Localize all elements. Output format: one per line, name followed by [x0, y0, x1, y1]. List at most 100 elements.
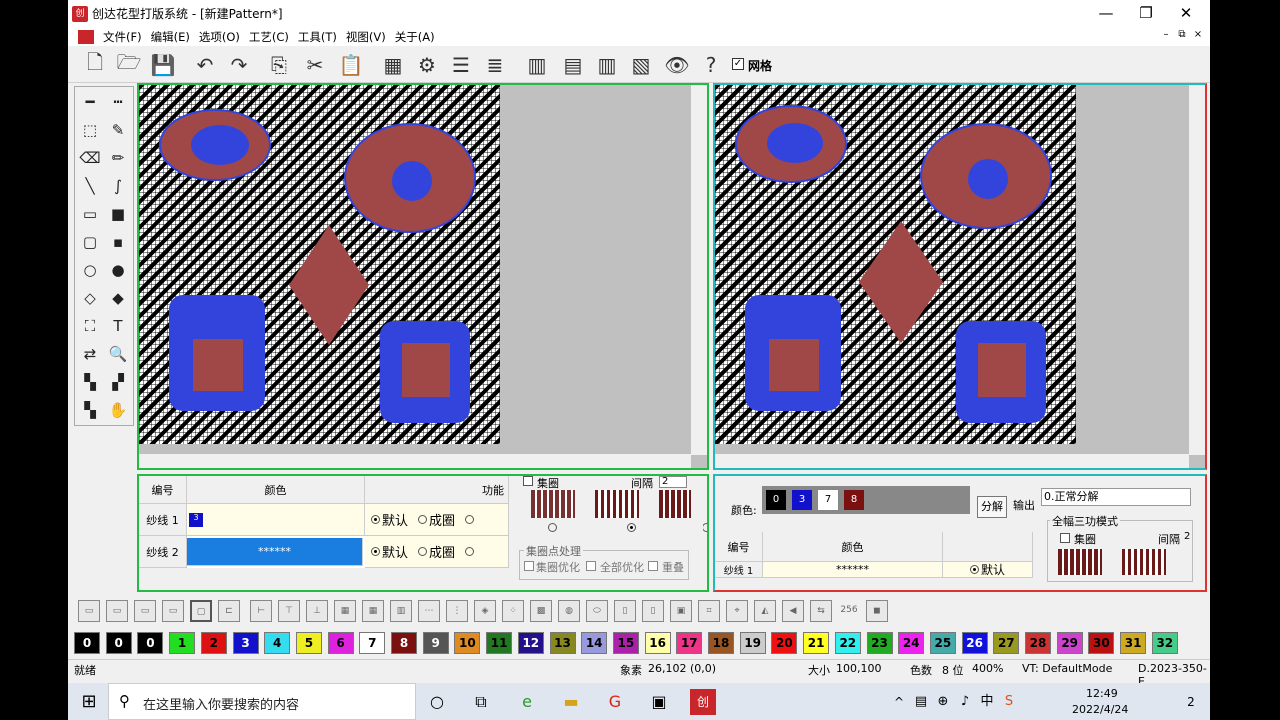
frame-tool-2-icon[interactable]: ▭ — [106, 600, 128, 622]
barcode-icon[interactable]: ▥ — [592, 50, 622, 80]
eraser-icon[interactable]: ⌫ — [77, 145, 103, 171]
palette-swatch-1[interactable]: 0 — [105, 632, 132, 654]
yarn-table-hscroll[interactable] — [139, 568, 509, 578]
tuck-vscroll[interactable] — [691, 476, 703, 588]
tuck-pattern-1[interactable] — [531, 490, 575, 518]
flip-v-icon[interactable]: ◀ — [782, 600, 804, 622]
palette-swatch-20[interactable]: 18 — [708, 632, 734, 654]
yarn-row-2-label[interactable]: 纱线 2 — [139, 536, 187, 568]
box-icon[interactable]: ▯ — [614, 600, 636, 622]
palette-swatch-18[interactable]: 16 — [644, 632, 671, 654]
circle-grid-icon[interactable]: ◍ — [558, 600, 580, 622]
pattern-grid-2-icon[interactable]: ▦ — [362, 600, 384, 622]
align-3-icon[interactable]: ⊥ — [306, 600, 328, 622]
palette-swatch-28[interactable]: 26 — [961, 632, 988, 654]
document-icon[interactable]: ▧ — [626, 50, 656, 80]
palette-swatch-3[interactable]: 1 — [169, 632, 196, 654]
cortana-icon[interactable]: ○ — [424, 689, 450, 715]
palette-swatch-12[interactable]: 10 — [454, 632, 481, 654]
palette-swatch-23[interactable]: 21 — [803, 632, 830, 654]
pattern-fill-icon[interactable]: ▦ — [378, 50, 408, 80]
vdots-icon[interactable]: ⋮ — [446, 600, 468, 622]
app-pattern-icon[interactable]: 创 — [690, 689, 716, 715]
select-rect-icon[interactable]: ⬚ — [77, 117, 103, 143]
rectangle-icon[interactable]: ▭ — [77, 201, 103, 227]
left-hscroll[interactable] — [139, 454, 691, 468]
windows-start-icon[interactable]: ⊞ — [76, 689, 102, 715]
cut-icon[interactable]: ✂ — [300, 50, 330, 80]
palette-swatch-14[interactable]: 12 — [517, 632, 544, 654]
grid-checkbox[interactable]: ✓ — [732, 58, 744, 70]
decompose-button[interactable]: 分解 — [977, 496, 1007, 518]
palette-swatch-7[interactable]: 5 — [295, 632, 322, 654]
file-explorer-icon[interactable]: ▬ — [558, 689, 584, 715]
machine-icon[interactable]: ▥ — [522, 50, 552, 80]
menu-view[interactable]: 视图(V) — [346, 29, 386, 45]
text-icon[interactable]: T — [105, 313, 131, 339]
radio-tuck-1[interactable] — [465, 515, 475, 524]
radio-tuck-2[interactable] — [465, 547, 475, 556]
undo-icon[interactable]: ↶ — [190, 50, 220, 80]
mdi-minimize-button[interactable]: – — [1158, 29, 1174, 40]
palette-swatch-17[interactable]: 15 — [612, 632, 639, 654]
palette-swatch-19[interactable]: 17 — [676, 632, 703, 654]
decompose-vscroll[interactable] — [1193, 480, 1205, 580]
frame-select-icon[interactable]: ▣ — [670, 600, 692, 622]
tuck-pattern-2[interactable] — [595, 490, 639, 518]
yarn-row-2-color[interactable]: ****** — [187, 538, 363, 566]
mode-select[interactable]: 0.正常分解 — [1041, 488, 1191, 506]
filled-ellipse-icon[interactable]: ● — [105, 257, 131, 283]
pattern-grid-icon[interactable]: ▦ — [334, 600, 356, 622]
notification-icon[interactable]: 2 — [1178, 689, 1204, 715]
new-file-icon[interactable]: 🗋 — [80, 50, 110, 80]
palette-swatch-4[interactable]: 2 — [200, 632, 227, 654]
frame-tool-4-icon[interactable]: ▭ — [162, 600, 184, 622]
grid-tool-icon[interactable]: ▩ — [530, 600, 552, 622]
copy-icon[interactable]: ⎘ — [264, 50, 294, 80]
radio-default-1[interactable] — [371, 515, 380, 524]
replace-icon[interactable]: ⇄ — [77, 341, 103, 367]
box-2-icon[interactable]: ▯ — [642, 600, 664, 622]
tuck-checkbox[interactable] — [523, 476, 533, 486]
palette-swatch-13[interactable]: 11 — [486, 632, 513, 654]
align-icon[interactable]: ⊢ — [250, 600, 272, 622]
rounded-rect-icon[interactable]: ▢ — [77, 229, 103, 255]
tuck-radio-1[interactable] — [548, 522, 557, 532]
pattern-select-icon[interactable]: ▞ — [105, 369, 131, 395]
overlay-icon[interactable]: ◼ — [866, 600, 888, 622]
palette-swatch-8[interactable]: 6 — [327, 632, 354, 654]
close-button[interactable]: ✕ — [1166, 0, 1206, 27]
browser-icon[interactable]: e — [514, 689, 540, 715]
preview-canvas[interactable] — [715, 85, 1076, 444]
palette-swatch-6[interactable]: 4 — [264, 632, 291, 654]
left-vscroll[interactable] — [691, 85, 707, 455]
menu-craft[interactable]: 工艺(C) — [249, 29, 289, 45]
save-icon[interactable]: 💾 — [148, 50, 178, 80]
crop-icon[interactable]: ⌗ — [698, 600, 720, 622]
frame-bold-icon[interactable]: ▢ — [190, 600, 212, 622]
chip-3[interactable]: 3 — [792, 490, 812, 510]
palette-swatch-30[interactable]: 28 — [1025, 632, 1051, 654]
dots-icon[interactable]: ⋯ — [418, 600, 440, 622]
overlap-checkbox[interactable] — [648, 561, 658, 571]
minimize-button[interactable]: — — [1086, 0, 1126, 27]
tuck-pattern-3[interactable] — [659, 490, 695, 518]
chip-8[interactable]: 8 — [844, 490, 864, 510]
tuck-radio-3[interactable] — [702, 522, 707, 532]
zoom-icon[interactable]: 🔍 — [105, 341, 131, 367]
right-tuck-pattern-1[interactable] — [1058, 549, 1102, 575]
palette-swatch-29[interactable]: 27 — [993, 632, 1020, 654]
chip-0[interactable]: 0 — [766, 490, 786, 510]
palette-swatch-0[interactable]: 0 — [74, 632, 100, 654]
line-icon[interactable]: ╲ — [77, 173, 103, 199]
menu-edit[interactable]: 编辑(E) — [151, 29, 190, 45]
pattern-canvas[interactable] — [139, 85, 500, 444]
redo-icon[interactable]: ↷ — [224, 50, 254, 80]
gear-icon[interactable]: ⚙ — [412, 50, 442, 80]
solid-line-icon[interactable]: ━ — [77, 89, 103, 115]
all-opt-checkbox[interactable] — [586, 561, 596, 571]
flip-h-icon[interactable]: ◭ — [754, 600, 776, 622]
ellipse-icon[interactable]: ○ — [77, 257, 103, 283]
pattern-move-icon[interactable]: ▚ — [77, 397, 103, 423]
dec-row-label[interactable]: 纱线 1 — [715, 562, 763, 578]
